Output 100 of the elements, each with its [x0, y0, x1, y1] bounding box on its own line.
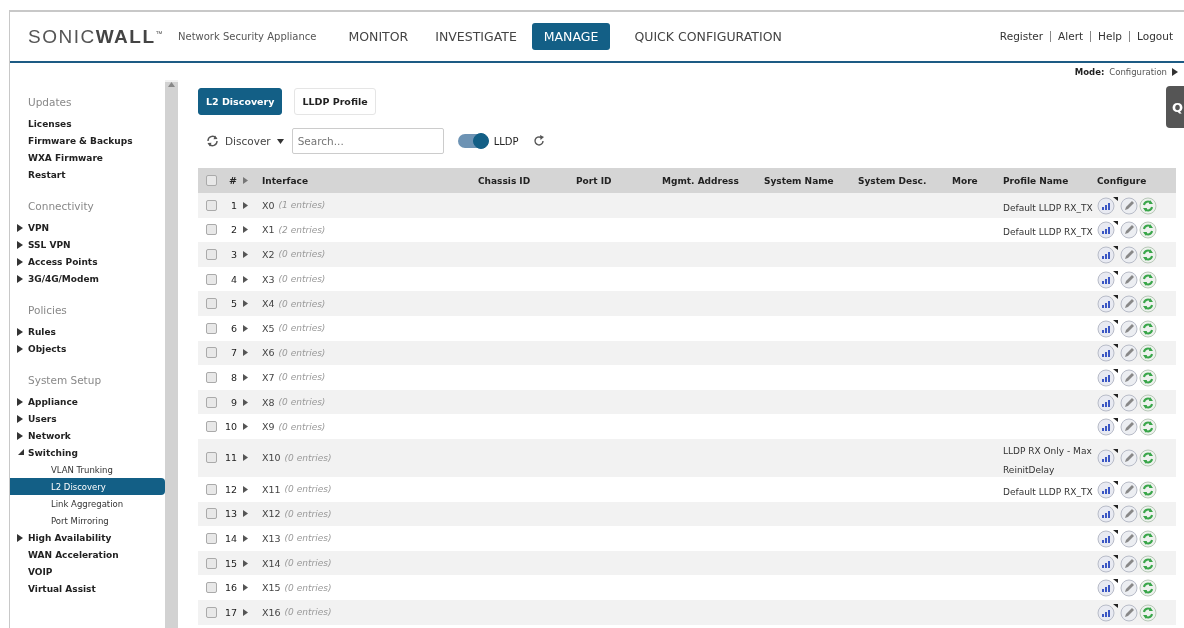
table-row[interactable]: 14 X13 (0 entries)	[198, 526, 1176, 551]
edit-icon[interactable]	[1120, 318, 1138, 338]
refresh-icon[interactable]	[532, 135, 545, 147]
checkbox[interactable]	[206, 175, 217, 186]
table-row[interactable]: 11 X10 (0 entries) LLDP RX Only - Max ReinitDelay	[198, 438, 1176, 477]
sidebar-item[interactable]: Firmware & Backups	[10, 132, 165, 149]
table-row[interactable]: 17 X16 (0 entries)	[198, 599, 1176, 625]
caret-right-icon[interactable]	[243, 454, 248, 462]
sidebar-item[interactable]: VOIP	[10, 563, 165, 580]
checkbox[interactable]	[206, 298, 217, 310]
caret-down-icon[interactable]	[16, 448, 24, 457]
refresh-icon[interactable]	[1139, 528, 1157, 548]
statistics-icon[interactable]	[1097, 392, 1119, 412]
edit-icon[interactable]	[1120, 504, 1138, 524]
sidebar-item[interactable]: WXA Firmware	[10, 149, 165, 166]
caret-right-icon[interactable]	[243, 584, 248, 592]
caret-right-icon[interactable]	[243, 300, 248, 308]
header-link[interactable]: Help	[1090, 31, 1130, 42]
edit-icon[interactable]	[1120, 269, 1138, 289]
sidebar-item[interactable]: Appliance	[10, 393, 165, 410]
checkbox[interactable]	[206, 249, 217, 260]
statistics-icon[interactable]	[1097, 578, 1119, 598]
checkbox[interactable]	[206, 273, 217, 285]
edit-icon[interactable]	[1120, 195, 1138, 215]
caret-right-icon[interactable]	[16, 223, 24, 232]
scrollbar[interactable]	[165, 80, 178, 628]
caret-right-icon[interactable]	[243, 608, 248, 616]
table-row[interactable]: 7 X6 (0 entries)	[198, 340, 1176, 366]
checkbox[interactable]	[206, 421, 217, 433]
checkbox[interactable]	[206, 322, 217, 334]
refresh-icon[interactable]	[1139, 578, 1157, 598]
statistics-icon[interactable]	[1097, 318, 1119, 338]
statistics-icon[interactable]	[1097, 343, 1119, 363]
checkbox[interactable]	[206, 396, 217, 408]
caret-right-icon[interactable]	[243, 559, 248, 567]
table-row[interactable]: 4 X3 (0 entries)	[198, 266, 1176, 292]
edit-icon[interactable]	[1120, 245, 1138, 264]
sidebar-subitem[interactable]: Port Mirroring	[10, 512, 165, 529]
caret-right-icon[interactable]	[243, 201, 248, 209]
refresh-icon[interactable]	[1139, 269, 1157, 289]
checkbox[interactable]	[206, 483, 217, 495]
caret-right-icon[interactable]	[243, 534, 248, 542]
caret-right-icon[interactable]	[243, 398, 248, 406]
caret-right-icon[interactable]	[16, 533, 24, 542]
sidebar-item[interactable]: Rules	[10, 323, 165, 340]
nav-tab[interactable]: MANAGE	[531, 23, 611, 50]
nav-tab[interactable]: MONITOR	[336, 23, 421, 50]
sidebar-subitem[interactable]: VLAN Trunking	[10, 461, 165, 478]
statistics-icon[interactable]	[1097, 528, 1119, 548]
sidebar-item[interactable]: Licenses	[10, 115, 165, 132]
checkbox[interactable]	[206, 224, 217, 236]
table-row[interactable]: 12 X11 (0 entries) Default LLDP RX_TX	[198, 476, 1176, 502]
caret-right-icon[interactable]	[243, 485, 248, 493]
statistics-icon[interactable]	[1097, 220, 1119, 240]
table-row[interactable]: 9 X8 (0 entries)	[198, 389, 1176, 415]
caret-right-icon[interactable]	[243, 349, 248, 357]
edit-icon[interactable]	[1120, 294, 1138, 314]
header-link[interactable]: Logout	[1129, 31, 1180, 42]
header-link[interactable]: Register	[992, 31, 1051, 42]
checkbox[interactable]	[206, 347, 217, 359]
caret-right-icon[interactable]	[243, 510, 248, 518]
edit-icon[interactable]	[1120, 578, 1138, 598]
caret-right-icon[interactable]	[16, 257, 24, 266]
sidebar-item[interactable]: Network	[10, 427, 165, 444]
checkbox[interactable]	[206, 508, 217, 520]
statistics-icon[interactable]	[1097, 602, 1119, 622]
caret-right-icon[interactable]	[16, 327, 24, 336]
checkbox[interactable]	[206, 582, 217, 594]
caret-right-icon[interactable]	[243, 324, 248, 332]
sidebar-item[interactable]: Virtual Assist	[10, 580, 165, 597]
statistics-icon[interactable]	[1097, 553, 1119, 573]
caret-right-icon[interactable]	[16, 274, 24, 283]
tab[interactable]: LLDP Profile	[294, 88, 376, 115]
toggle-switch[interactable]	[457, 134, 488, 148]
caret-right-icon[interactable]	[243, 251, 248, 258]
refresh-icon[interactable]	[1139, 220, 1157, 240]
side-tab[interactable]: Q	[1166, 86, 1184, 128]
tab[interactable]: L2 Discovery	[198, 88, 283, 115]
caret-right-icon[interactable]	[243, 423, 248, 431]
checkbox[interactable]	[206, 371, 217, 383]
sidebar-subitem[interactable]: Link Aggregation	[10, 495, 165, 512]
edit-icon[interactable]	[1120, 392, 1138, 412]
refresh-icon[interactable]	[1139, 367, 1157, 387]
checkbox[interactable]	[206, 199, 217, 211]
sidebar-subitem[interactable]: L2 Discovery	[10, 478, 165, 495]
caret-right-icon[interactable]	[16, 344, 24, 353]
table-row[interactable]: 8 X7 (0 entries)	[198, 365, 1176, 390]
scroll-up-icon[interactable]	[168, 82, 175, 87]
table-row[interactable]: 5 X4 (0 entries)	[198, 291, 1176, 316]
sidebar-item[interactable]: Objects	[10, 340, 165, 357]
caret-right-icon[interactable]	[1172, 68, 1178, 76]
sidebar-item[interactable]: Restart	[10, 166, 165, 183]
edit-icon[interactable]	[1120, 417, 1138, 437]
statistics-icon[interactable]	[1097, 367, 1119, 387]
edit-icon[interactable]	[1120, 220, 1138, 240]
search-field[interactable]: Search...	[291, 128, 444, 154]
sidebar-item[interactable]: Users	[10, 410, 165, 427]
statistics-icon[interactable]	[1097, 417, 1119, 437]
discover-button[interactable]: Discover	[198, 135, 292, 147]
checkbox[interactable]	[206, 557, 217, 569]
